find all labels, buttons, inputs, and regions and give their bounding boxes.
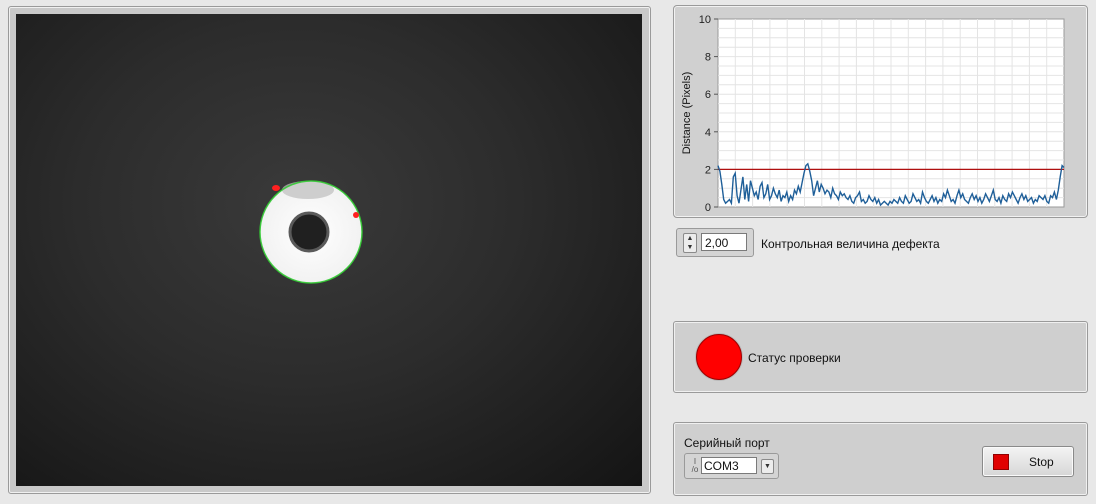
inspection-image [259, 180, 363, 284]
defect-marker [272, 185, 280, 191]
y-axis-label: Distance (Pixels) [681, 72, 693, 155]
distance-graph: 0 2 4 6 8 10 Distance (Pixels) [673, 5, 1088, 218]
camera-image-display[interactable] [16, 14, 642, 486]
y-tick-label: 4 [705, 127, 711, 139]
y-tick-label: 2 [705, 164, 711, 176]
washer-hole [288, 211, 330, 253]
stop-button[interactable]: Stop [982, 446, 1074, 477]
threshold-spinner[interactable]: ▲ ▼ [683, 233, 697, 253]
y-tick-label: 6 [705, 89, 711, 101]
status-panel: Статус проверки [673, 321, 1088, 393]
threshold-input[interactable]: 2,00 [701, 233, 747, 251]
status-label: Статус проверки [748, 351, 841, 365]
y-tick-label: 10 [699, 14, 711, 26]
chevron-down-icon[interactable]: ▼ [761, 459, 774, 474]
decrement-icon[interactable]: ▼ [684, 243, 696, 252]
y-tick-label: 0 [705, 202, 711, 214]
defect-marker [353, 212, 359, 218]
stop-button-label: Stop [1029, 455, 1054, 469]
stop-indicator-icon [993, 454, 1009, 470]
increment-icon[interactable]: ▲ [684, 234, 696, 243]
camera-image-frame [8, 6, 651, 494]
y-tick-label: 8 [705, 52, 711, 64]
serial-port-label: Серийный порт [684, 436, 770, 450]
serial-port-value[interactable]: COM3 [701, 457, 757, 474]
defect-threshold-control: ▲ ▼ 2,00 [676, 228, 754, 257]
status-led-indicator [696, 334, 742, 380]
distance-chart: 0 2 4 6 8 10 Distance (Pixels) [681, 14, 1065, 214]
serial-port-select[interactable]: I/o COM3 ▼ [684, 453, 779, 479]
threshold-label: Контрольная величина дефекта [761, 237, 940, 251]
io-resource-icon: I/o [691, 457, 699, 474]
serial-panel: Серийный порт I/o COM3 ▼ Stop [673, 422, 1088, 496]
